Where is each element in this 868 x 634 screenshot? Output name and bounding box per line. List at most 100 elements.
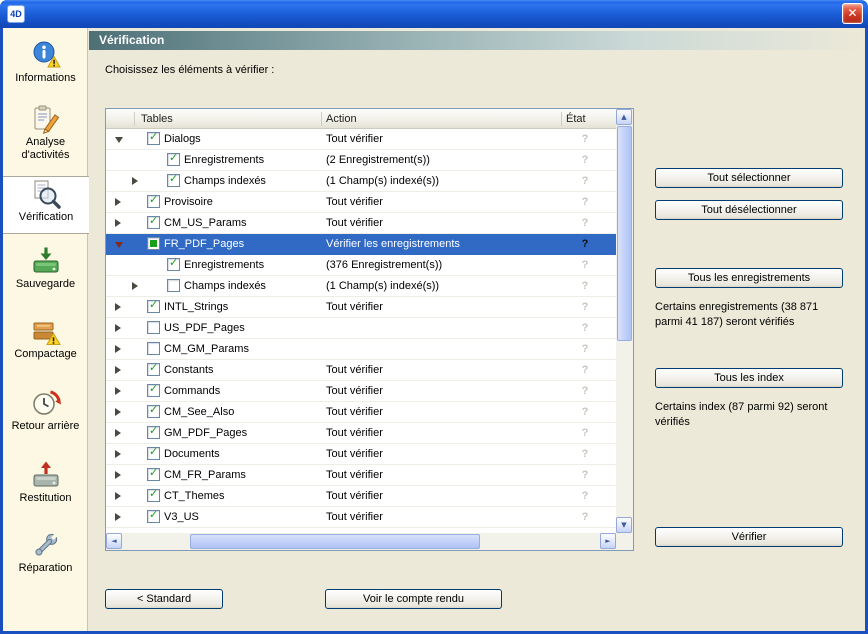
row-checkbox[interactable]: ✓	[147, 300, 160, 313]
table-row[interactable]: ✓CM_See_AlsoTout vérifier?	[106, 402, 616, 423]
row-status: ?	[558, 133, 612, 145]
row-checkbox[interactable]: ✓	[167, 258, 180, 271]
table-row[interactable]: ✓Enregistrements(2 Enregistrement(s))?	[106, 150, 616, 171]
expander-down-icon[interactable]	[115, 137, 123, 143]
row-checkbox[interactable]: ✓	[147, 216, 160, 229]
expander-right-icon[interactable]	[115, 450, 121, 458]
row-checkbox[interactable]	[147, 321, 160, 334]
scroll-down-button[interactable]: ▼	[616, 517, 632, 533]
expander-down-icon[interactable]	[115, 242, 123, 248]
sidebar-item-reparation[interactable]: Réparation	[3, 530, 88, 575]
sidebar-item-informations[interactable]: Informations	[3, 40, 88, 85]
expander-right-icon[interactable]	[115, 492, 121, 500]
expander-right-icon[interactable]	[115, 513, 121, 521]
sidebar-item-verification[interactable]: Vérification	[3, 176, 89, 234]
check-icon: ✓	[149, 214, 158, 227]
row-status: ?	[558, 490, 612, 502]
row-status: ?	[558, 406, 612, 418]
table-row[interactable]: ✓DocumentsTout vérifier?	[106, 444, 616, 465]
row-checkbox[interactable]: ✓	[167, 174, 180, 187]
sidebar-item-sauvegarde[interactable]: Sauvegarde	[3, 246, 88, 291]
horizontal-scroll-thumb[interactable]	[190, 534, 480, 549]
sidebar-item-restitution[interactable]: Restitution	[3, 460, 88, 505]
row-checkbox[interactable]	[167, 279, 180, 292]
table-row[interactable]: ✓DialogsTout vérifier?	[106, 129, 616, 150]
titlebar[interactable]: 4D ✕	[0, 0, 868, 28]
verify-button[interactable]: Vérifier	[655, 527, 843, 547]
window: 4D ✕ Informations	[0, 0, 868, 634]
select-all-button[interactable]: Tout sélectionner	[655, 168, 843, 188]
horizontal-scrollbar[interactable]: ◄ ►	[106, 533, 616, 550]
table-row[interactable]: ✓ProvisoireTout vérifier?	[106, 192, 616, 213]
all-records-button[interactable]: Tous les enregistrements	[655, 268, 843, 288]
table-row[interactable]: ✓CM_US_ParamsTout vérifier?	[106, 213, 616, 234]
table-row[interactable]: ✓GM_PDF_PagesTout vérifier?	[106, 423, 616, 444]
row-action: Tout vérifier	[326, 490, 383, 502]
row-checkbox[interactable]: ✓	[147, 195, 160, 208]
sidebar-item-compactage[interactable]: Compactage	[3, 316, 88, 361]
table-row[interactable]: ✓ConstantsTout vérifier?	[106, 360, 616, 381]
expander-right-icon[interactable]	[115, 324, 121, 332]
expander-right-icon[interactable]	[132, 177, 138, 185]
row-action: Tout vérifier	[326, 133, 383, 145]
row-checkbox[interactable]	[147, 342, 160, 355]
vertical-scroll-thumb[interactable]	[617, 126, 632, 341]
table-row[interactable]: US_PDF_Pages?	[106, 318, 616, 339]
expander-right-icon[interactable]	[115, 345, 121, 353]
check-icon: ✓	[169, 151, 178, 164]
check-icon: ✓	[169, 256, 178, 269]
column-header-tables[interactable]: Tables	[141, 113, 173, 125]
row-checkbox[interactable]: ✓	[147, 510, 160, 523]
row-action: Tout vérifier	[326, 196, 383, 208]
view-report-button[interactable]: Voir le compte rendu	[325, 589, 502, 609]
table-row[interactable]: ✓V3_USTout vérifier?	[106, 507, 616, 528]
table-row[interactable]: ✓CommandsTout vérifier?	[106, 381, 616, 402]
row-checkbox[interactable]: ✓	[147, 468, 160, 481]
expander-right-icon[interactable]	[115, 198, 121, 206]
table-row[interactable]: ✓Enregistrements(376 Enregistrement(s))?	[106, 255, 616, 276]
row-checkbox[interactable]: ✓	[147, 405, 160, 418]
expander-right-icon[interactable]	[115, 219, 121, 227]
row-status: ?	[558, 301, 612, 313]
vertical-scrollbar[interactable]: ▲ ▼	[616, 109, 633, 533]
row-action: Tout vérifier	[326, 427, 383, 439]
expander-right-icon[interactable]	[115, 303, 121, 311]
standard-button[interactable]: < Standard	[105, 589, 223, 609]
expander-right-icon[interactable]	[132, 282, 138, 290]
sidebar-item-analyse[interactable]: Analyse d'activités	[3, 104, 88, 162]
expander-right-icon[interactable]	[115, 471, 121, 479]
row-checkbox[interactable]: ✓	[147, 426, 160, 439]
sidebar-item-retour-arriere[interactable]: Retour arrière	[3, 388, 88, 433]
row-checkbox[interactable]: ✓	[167, 153, 180, 166]
column-divider	[134, 112, 135, 126]
row-checkbox[interactable]: ✓	[147, 384, 160, 397]
column-header-etat[interactable]: État	[566, 113, 586, 125]
row-checkbox[interactable]: ✓	[147, 132, 160, 145]
row-checkbox[interactable]: ✓	[147, 447, 160, 460]
page-title: Vérification	[89, 31, 865, 50]
expander-right-icon[interactable]	[115, 387, 121, 395]
deselect-all-button[interactable]: Tout désélectionner	[655, 200, 843, 220]
table-row[interactable]: ✓Champs indexés(1 Champ(s) indexé(s))?	[106, 171, 616, 192]
table-row[interactable]: FR_PDF_PagesVérifier les enregistrements…	[106, 234, 616, 255]
close-button[interactable]: ✕	[842, 3, 863, 24]
scroll-left-button[interactable]: ◄	[106, 533, 122, 549]
expander-right-icon[interactable]	[115, 366, 121, 374]
records-note: Certains enregistrements (38 871 parmi 4…	[655, 300, 847, 330]
row-status: ?	[558, 427, 612, 439]
all-indexes-button[interactable]: Tous les index	[655, 368, 843, 388]
row-checkbox[interactable]	[147, 237, 160, 250]
row-checkbox[interactable]: ✓	[147, 489, 160, 502]
column-header-action[interactable]: Action	[326, 113, 357, 125]
row-checkbox[interactable]: ✓	[147, 363, 160, 376]
expander-right-icon[interactable]	[115, 408, 121, 416]
table-row[interactable]: ✓CM_FR_ParamsTout vérifier?	[106, 465, 616, 486]
expander-right-icon[interactable]	[115, 429, 121, 437]
scroll-right-button[interactable]: ►	[600, 533, 616, 549]
table-row[interactable]: CM_GM_Params?	[106, 339, 616, 360]
table-row[interactable]: Champs indexés(1 Champ(s) indexé(s))?	[106, 276, 616, 297]
scrollbar-corner	[616, 533, 633, 550]
table-row[interactable]: ✓INTL_StringsTout vérifier?	[106, 297, 616, 318]
scroll-up-button[interactable]: ▲	[616, 109, 632, 125]
table-row[interactable]: ✓CT_ThemesTout vérifier?	[106, 486, 616, 507]
